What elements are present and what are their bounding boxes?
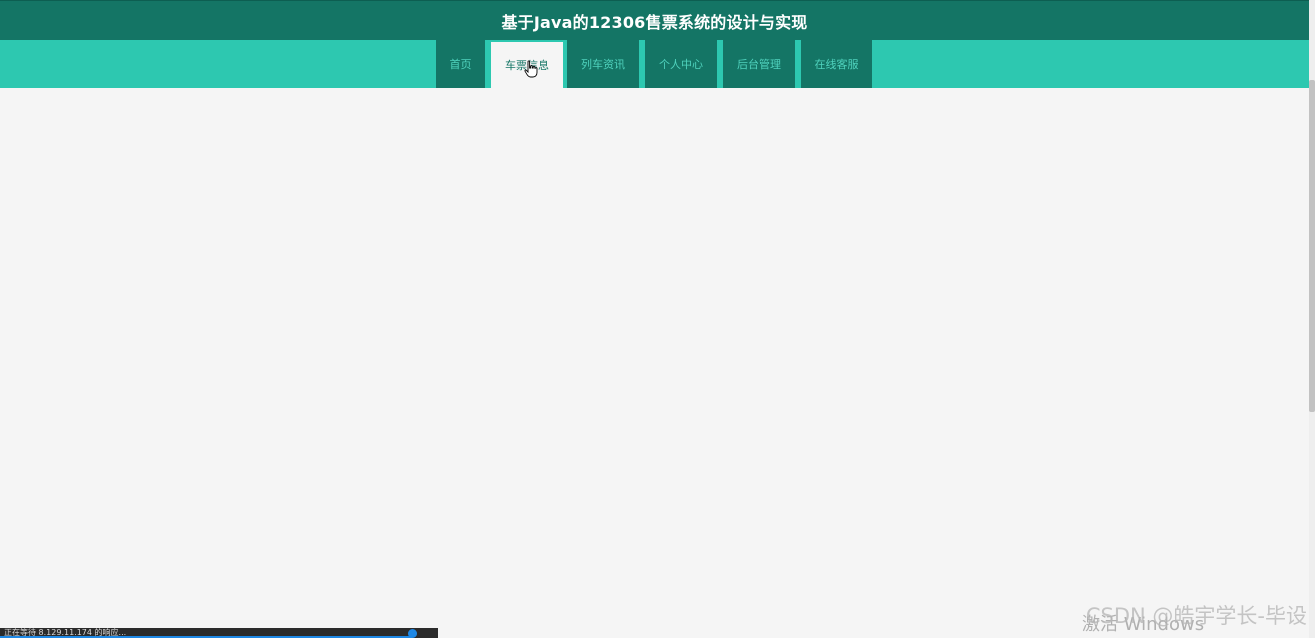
site-header: 基于Java的12306售票系统的设计与实现 bbox=[0, 0, 1309, 40]
nav-train-news[interactable]: 列车资讯 bbox=[567, 40, 639, 88]
page-scrollbar[interactable] bbox=[1309, 0, 1315, 638]
nav-online-service[interactable]: 在线客服 bbox=[801, 40, 872, 88]
browser-status-bar: 正在等待 8.129.11.174 的响应... bbox=[0, 628, 438, 638]
main-nav: 首页 车票信息 列车资讯 个人中心 后台管理 在线客服 bbox=[0, 40, 1309, 88]
nav-admin[interactable]: 后台管理 bbox=[723, 40, 795, 88]
hand-cursor-icon bbox=[524, 60, 538, 78]
scrollbar-thumb[interactable] bbox=[1309, 80, 1315, 412]
nav-personal-center[interactable]: 个人中心 bbox=[645, 40, 717, 88]
csdn-watermark: CSDN @皓宇学长-毕设 bbox=[1085, 604, 1307, 628]
loading-progress-indicator bbox=[407, 629, 417, 638]
site-title: 基于Java的12306售票系统的设计与实现 bbox=[501, 12, 808, 32]
nav-home[interactable]: 首页 bbox=[436, 40, 485, 88]
